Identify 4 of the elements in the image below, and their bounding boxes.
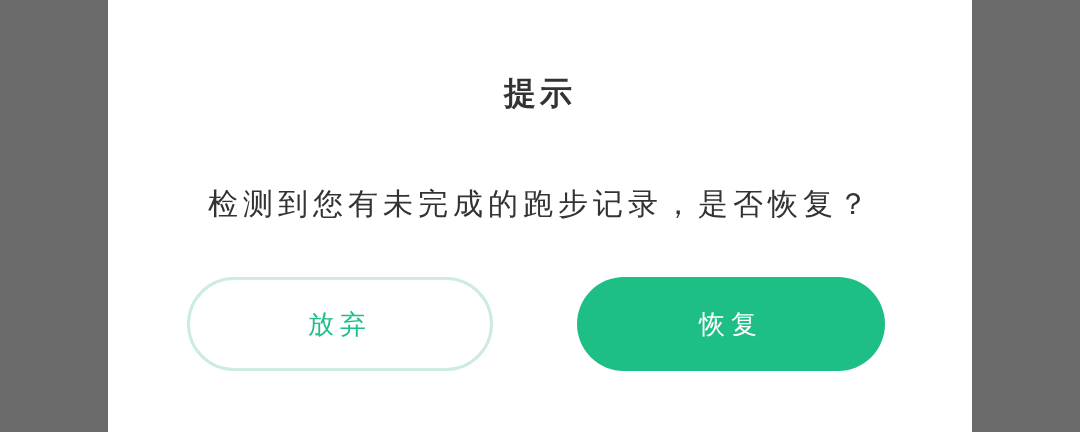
- dialog-title: 提示: [504, 73, 576, 114]
- discard-button[interactable]: 放弃: [187, 277, 493, 371]
- dialog-message: 检测到您有未完成的跑步记录，是否恢复？: [207, 185, 873, 223]
- restore-button[interactable]: 恢复: [577, 277, 885, 371]
